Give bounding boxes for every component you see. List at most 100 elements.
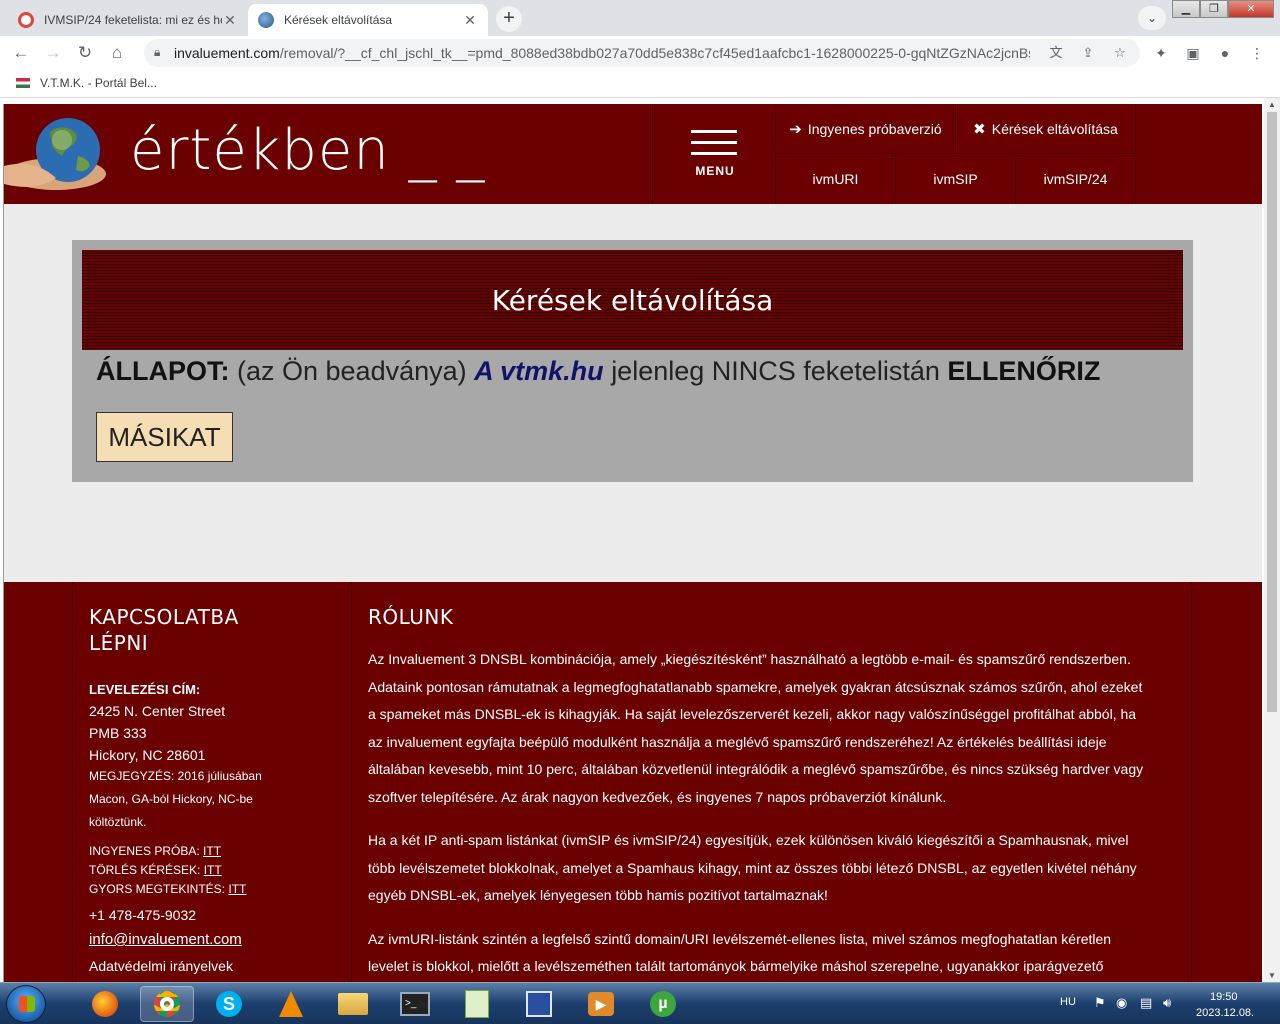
- notepad-plus-icon[interactable]: [450, 986, 504, 1022]
- windows-logo-icon: [19, 996, 35, 1012]
- close-icon: ✖: [973, 120, 986, 138]
- nav-label: Ingyenes próbaverzió: [807, 120, 942, 137]
- nav-removal-requests[interactable]: ✖ Kérések eltávolítása: [956, 104, 1136, 154]
- reload-icon[interactable]: ↻: [72, 40, 98, 66]
- scrollbar-thumb[interactable]: [1267, 112, 1277, 712]
- new-tab-button[interactable]: +: [496, 6, 522, 32]
- privacy-link[interactable]: Adatvédelmi irányelvek: [89, 958, 351, 974]
- start-button[interactable]: [6, 985, 46, 1023]
- chrome-icon[interactable]: [140, 986, 194, 1022]
- back-arrow-icon[interactable]: ←: [8, 40, 34, 66]
- bookmark-star-icon[interactable]: ☆: [1110, 43, 1130, 63]
- nav-ivmuri[interactable]: ivmURI: [776, 154, 896, 204]
- contact-heading: KAPCSOLATBA LÉPNI: [89, 605, 239, 655]
- status-result: jelenleg NINCS feketelistán: [611, 356, 940, 386]
- hamburger-menu-icon: [691, 130, 737, 163]
- about-heading: RÓLUNK: [368, 605, 454, 629]
- firefox-icon[interactable]: [78, 986, 132, 1022]
- address-line: 2425 N. Center Street: [89, 703, 226, 719]
- vlc-icon[interactable]: [264, 986, 318, 1022]
- clock-time[interactable]: 19:50: [1210, 991, 1238, 1003]
- network-icon[interactable]: ▤: [1140, 995, 1152, 1011]
- status-line: ÁLLAPOT: (az Ön beadványa) A vtmk.hu jel…: [96, 356, 1100, 387]
- quick-link-row: INGYENES PRÓBA: ITT: [89, 844, 222, 858]
- address-bar[interactable]: 🔒︎ invaluement.com/removal/?__cf_chl_jsc…: [144, 39, 1140, 67]
- extensions-puzzle-icon[interactable]: ✦: [1150, 42, 1172, 64]
- window-controls: ▁ ❐ ✕: [1172, 0, 1274, 18]
- quick-view-link[interactable]: ITT: [228, 882, 246, 896]
- page-scrollbar[interactable]: ▲ ▼: [1264, 98, 1280, 982]
- lock-icon: 🔒︎: [154, 45, 161, 59]
- kebab-menu-icon[interactable]: ⋮: [1246, 42, 1268, 64]
- email-link[interactable]: info@invaluement.com: [89, 931, 351, 948]
- page-frame: értékben _ _ MENU ➔ Ingyenes próbaverzió…: [3, 104, 1262, 982]
- close-tab-icon[interactable]: ✕: [462, 12, 478, 29]
- scroll-up-icon[interactable]: ▲: [1268, 100, 1276, 109]
- free-trial-link[interactable]: ITT: [203, 844, 221, 858]
- check-another-button[interactable]: MÁSIKAT: [96, 412, 233, 462]
- language-indicator[interactable]: HU: [1060, 996, 1076, 1008]
- tab-title: IVMSIP/24 feketelista: mi ez és hogyan: [44, 13, 222, 27]
- browser-toolbar: ← → ↻ ⌂ 🔒︎ invaluement.com/removal/?__cf…: [0, 36, 1280, 70]
- windows-taskbar: S >_ ▶ µ HU ⚑ ◉ ▤ 🔊︎ 19:50 2023.12.08.: [0, 982, 1280, 1024]
- status-label: ÁLLAPOT:: [96, 356, 230, 386]
- sign-in-icon: ➔: [789, 120, 802, 138]
- check-link[interactable]: ELLENŐRIZ: [947, 356, 1100, 386]
- footer-about: RÓLUNK Az Invaluement 3 DNSBL kombináció…: [352, 582, 1192, 982]
- clock-date[interactable]: 2023.12.08.: [1196, 1007, 1254, 1019]
- media-player-icon[interactable]: ▶: [574, 986, 628, 1022]
- action-center-flag-icon[interactable]: ⚑: [1094, 995, 1106, 1011]
- window-close-icon[interactable]: ✕: [1228, 0, 1274, 18]
- home-icon[interactable]: ⌂: [104, 40, 130, 66]
- status-pre: (az Ön beadványa): [237, 356, 467, 386]
- tab-removal-requests[interactable]: Kérések eltávolítása ✕: [248, 4, 488, 36]
- utorrent-icon[interactable]: µ: [636, 986, 690, 1022]
- nav-ivmsip[interactable]: ivmSIP: [896, 154, 1016, 204]
- about-paragraph: Az ivmURI-listánk szintén a legfelső szi…: [368, 930, 1112, 975]
- close-tab-icon[interactable]: ✕: [222, 12, 238, 29]
- forward-arrow-icon[interactable]: →: [40, 40, 66, 66]
- quick-link-row: GYORS MEGTEKINTÉS: ITT: [89, 882, 247, 896]
- command-prompt-icon[interactable]: >_: [388, 986, 442, 1022]
- share-icon[interactable]: ⇪: [1078, 43, 1098, 63]
- site-brand[interactable]: értékben _ _: [130, 118, 485, 183]
- removal-link[interactable]: ITT: [204, 863, 222, 877]
- menu-toggle-button[interactable]: MENU: [652, 104, 776, 204]
- address-line: PMB 333: [89, 725, 147, 741]
- menu-label: MENU: [695, 164, 735, 178]
- file-explorer-icon[interactable]: [326, 986, 380, 1022]
- page-viewport: értékben _ _ MENU ➔ Ingyenes próbaverzió…: [0, 98, 1280, 982]
- restore-icon[interactable]: ❐: [1200, 0, 1228, 18]
- tab-ivmsip-blacklist[interactable]: IVMSIP/24 feketelista: mi ez és hogyan ✕: [8, 4, 248, 36]
- mail-label: LEVELEZÉSI CÍM:: [89, 682, 201, 697]
- scroll-down-icon[interactable]: ▼: [1268, 971, 1276, 980]
- footer-contact: KAPCSOLATBA LÉPNI LEVELEZÉSI CÍM: 2425 N…: [72, 582, 352, 982]
- nav-label: Kérések eltávolítása: [991, 120, 1118, 137]
- minimize-icon[interactable]: ▁: [1172, 0, 1200, 18]
- bookmarks-bar: V.T.M.K. - Portál Bel...: [0, 70, 1280, 98]
- site-footer: KAPCSOLATBA LÉPNI LEVELEZÉSI CÍM: 2425 N…: [4, 582, 1262, 982]
- quick-links: INGYENES PRÓBA: ITT TÖRLÉS KÉRÉSEK: ITT …: [89, 842, 351, 899]
- tab-title: Kérések eltávolítása: [284, 13, 393, 27]
- tab-search-icon[interactable]: ⌄: [1138, 6, 1166, 30]
- address-line: Hickory, NC 28601: [89, 747, 206, 763]
- removal-panel: Kérések eltávolítása ÁLLAPOT: (az Ön bea…: [72, 240, 1193, 482]
- volume-speaker-icon[interactable]: 🔊︎: [1163, 995, 1171, 1011]
- hungarian-flag-icon: [16, 78, 30, 88]
- nav-free-trial[interactable]: ➔ Ingyenes próbaverzió: [776, 104, 956, 154]
- move-note: MEGJEGYZÉS: 2016 júliusában Macon, GA-bó…: [89, 769, 262, 829]
- nav-ivmsip24[interactable]: ivmSIP/24: [1016, 154, 1136, 204]
- globe-in-hands-logo-icon: [4, 118, 106, 190]
- save-disk-icon[interactable]: [512, 986, 566, 1022]
- translate-icon[interactable]: 文: [1046, 43, 1066, 63]
- globe-favicon-icon: [258, 12, 274, 28]
- side-panel-icon[interactable]: ▣: [1182, 42, 1204, 64]
- profile-avatar-icon[interactable]: ●: [1214, 42, 1236, 64]
- browser-tab-bar: IVMSIP/24 feketelista: mi ez és hogyan ✕…: [0, 0, 1280, 36]
- skype-icon[interactable]: S: [202, 986, 256, 1022]
- bookmark-vtmk[interactable]: V.T.M.K. - Portál Bel...: [16, 76, 157, 90]
- url-text: invaluement.com/removal/?__cf_chl_jschl_…: [174, 45, 1030, 61]
- about-paragraph: Az Invaluement 3 DNSBL kombinációja, ame…: [368, 651, 1144, 805]
- network-globe-icon[interactable]: ◉: [1116, 995, 1127, 1011]
- tab-favicon-icon: [18, 12, 34, 28]
